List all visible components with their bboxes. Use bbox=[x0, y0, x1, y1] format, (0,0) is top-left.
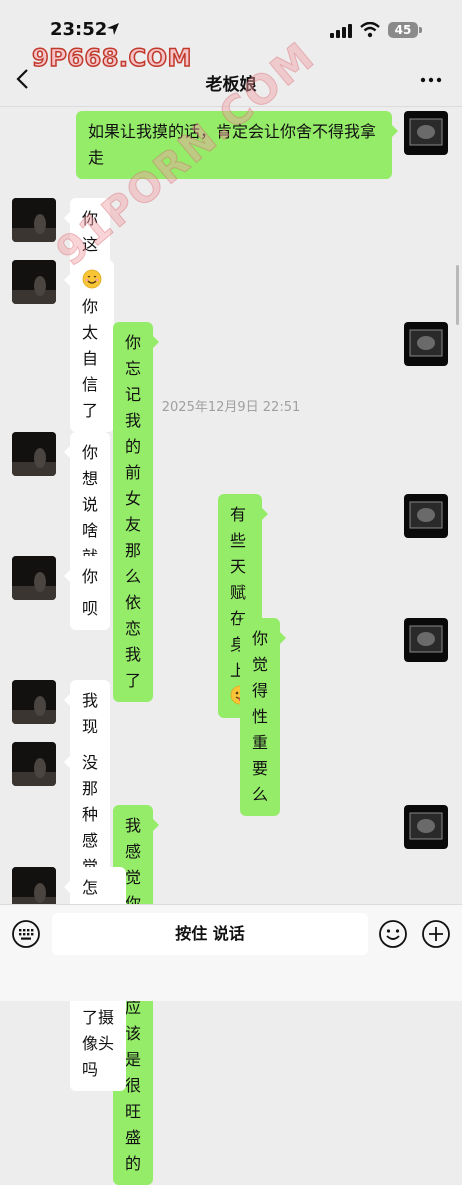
message-bubble-sent[interactable]: 你忘记我的前女友那么依恋我了 bbox=[113, 322, 160, 702]
status-time: 23:52 bbox=[50, 19, 108, 40]
status-bar: 23:52 45 bbox=[0, 0, 462, 50]
more-options-icon[interactable] bbox=[420, 77, 442, 83]
message-bubble-received[interactable]: 你想说啥就说呗 bbox=[63, 432, 111, 630]
emoji-icon[interactable] bbox=[378, 919, 408, 949]
contact-avatar[interactable] bbox=[12, 198, 56, 242]
my-avatar[interactable] bbox=[404, 322, 448, 366]
smiling-face-icon bbox=[82, 269, 102, 289]
message-bubble-sent[interactable]: 你觉得性重要么 bbox=[240, 618, 287, 816]
chat-timestamp: 2025年12月9日 22:51 bbox=[161, 400, 301, 415]
my-avatar[interactable] bbox=[404, 494, 448, 538]
my-avatar[interactable] bbox=[404, 618, 448, 662]
contact-avatar[interactable] bbox=[12, 742, 56, 786]
plus-icon[interactable] bbox=[421, 919, 451, 949]
scrollbar[interactable] bbox=[456, 265, 459, 325]
keyboard-icon[interactable] bbox=[11, 919, 41, 949]
message-bubble-sent[interactable]: 如果让我摸的话，肯定会让你舍不得我拿走 bbox=[76, 111, 398, 179]
contact-avatar[interactable] bbox=[12, 680, 56, 724]
chat-title: 老板娘 bbox=[205, 75, 257, 95]
watermark-logo-top: 9P668.COM bbox=[31, 43, 192, 73]
my-avatar[interactable] bbox=[404, 805, 448, 849]
hold-to-talk-button[interactable]: 按住 说话 bbox=[52, 913, 368, 955]
contact-avatar[interactable] bbox=[12, 260, 56, 304]
contact-avatar[interactable] bbox=[12, 432, 56, 476]
my-avatar[interactable] bbox=[404, 111, 448, 155]
contact-avatar[interactable] bbox=[12, 556, 56, 600]
battery-indicator: 45 bbox=[388, 22, 418, 38]
battery-tip bbox=[419, 27, 422, 33]
input-bar: 按住 说话 bbox=[0, 904, 462, 1001]
message-bubble-received[interactable]: 你 bbox=[63, 556, 111, 598]
wifi-icon bbox=[360, 22, 380, 38]
location-arrow-icon bbox=[107, 23, 119, 35]
cellular-signal-icon bbox=[330, 24, 352, 38]
